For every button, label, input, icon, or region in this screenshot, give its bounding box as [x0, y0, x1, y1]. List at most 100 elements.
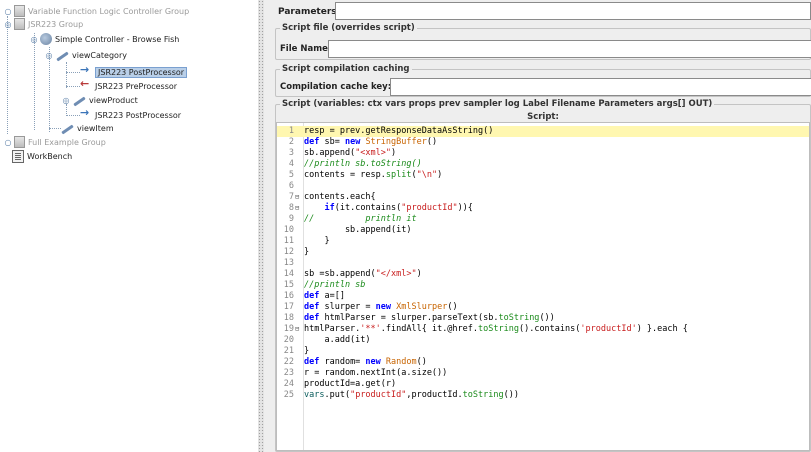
code-text: def htmlParser = slurper.parseText(sb.to… — [304, 313, 555, 323]
tree-item-label: JSR223 Group — [28, 19, 84, 29]
caching-group: Script compilation caching Compilation c… — [275, 64, 811, 97]
code-line[interactable]: 8 ⊟ if(it.contains("productId")){ — [277, 203, 809, 214]
line-number: 14 — [283, 269, 294, 279]
line-number: 17 — [283, 302, 294, 312]
tree-item-label: viewCategory — [72, 50, 127, 60]
line-number: 19 — [283, 324, 294, 334]
fold-toggle-icon[interactable]: ⊟ — [295, 192, 302, 203]
line-number: 15 — [283, 280, 294, 290]
tree-connector — [66, 62, 67, 88]
line-number: 6 — [288, 181, 294, 191]
collapsed-toggle-icon[interactable]: ○ — [4, 7, 12, 16]
tree-item[interactable]: ◎ viewCategory — [45, 47, 127, 63]
tree-item-label: viewProduct — [89, 95, 138, 105]
code-text: contents = resp.split("\n") — [304, 170, 443, 180]
code-line[interactable]: 5 contents = resp.split("\n") — [277, 170, 809, 181]
tree-connector — [34, 33, 35, 130]
code-text: sb.append(it) — [304, 225, 412, 235]
line-number: 16 — [283, 291, 294, 301]
file-name-input[interactable] — [328, 40, 811, 58]
expanded-toggle-icon[interactable]: ◎ — [62, 96, 70, 105]
code-line[interactable]: 2 def sb= new StringBuffer() — [277, 137, 809, 148]
code-text: def random= new Random() — [304, 357, 427, 367]
line-number: 7 — [288, 192, 294, 202]
expanded-toggle-icon[interactable]: ◎ — [45, 51, 53, 60]
line-number: 18 — [283, 313, 294, 323]
tree-item[interactable]: ◎ Simple Controller - Browse Fish — [30, 31, 179, 47]
sampler-icon — [60, 123, 74, 133]
tree-item[interactable]: ◎ JSR223 Group — [4, 16, 83, 32]
code-text: def slurper = new XmlSlurper() — [304, 302, 458, 312]
script-group: Script (variables: ctx vars props prev s… — [275, 99, 811, 452]
code-line[interactable]: 7 ⊟ contents.each{ — [277, 192, 809, 203]
code-line[interactable]: 17 def slurper = new XmlSlurper() — [277, 302, 809, 313]
test-plan-tree: ○ Variable Function Logic Controller Gro… — [0, 0, 258, 452]
code-text: def sb= new StringBuffer() — [304, 137, 438, 147]
tree-item-label: viewItem — [77, 123, 114, 133]
sampler-icon — [72, 95, 86, 105]
script-file-group: Script file (overrides script) File Name… — [275, 23, 811, 60]
file-name-label: File Name: — [280, 44, 332, 54]
code-line[interactable]: 23 r = random.nextInt(a.size()) — [277, 368, 809, 379]
code-text: sb =sb.append("</xml>") — [304, 269, 422, 279]
code-line[interactable]: 12} — [277, 247, 809, 258]
code-line[interactable]: 21} — [277, 346, 809, 357]
code-line[interactable]: 18 def htmlParser = slurper.parseText(sb.… — [277, 313, 809, 324]
code-line[interactable]: 14 sb =sb.append("</xml>") — [277, 269, 809, 280]
code-line[interactable]: 16 def a=[] — [277, 291, 809, 302]
fold-toggle-icon[interactable]: ⊟ — [295, 203, 302, 214]
code-text: contents.each{ — [304, 192, 376, 202]
code-text: // println it — [304, 214, 417, 224]
tree-item[interactable]: WorkBench — [12, 148, 72, 164]
code-line[interactable]: 3 sb.append("<xml>") — [277, 148, 809, 159]
code-line[interactable]: 9 // println it — [277, 214, 809, 225]
tree-item-label: WorkBench — [27, 151, 73, 161]
code-text: htmlParser.'**'.findAll{ it.@href.toStri… — [304, 324, 688, 334]
code-text: vars.put("productId",productId.toString(… — [304, 390, 519, 400]
script-editor[interactable]: 1 resp = prev.getResponseDataAsString() 2 d… — [276, 122, 810, 451]
line-number: 13 — [283, 258, 294, 268]
cache-key-input[interactable] — [390, 78, 811, 96]
script-file-title: Script file (overrides script) — [280, 23, 417, 33]
expanded-toggle-icon[interactable]: ◎ — [30, 35, 38, 44]
tree-item-label: Full Example Group — [28, 137, 106, 147]
code-line[interactable]: 20 a.add(it) — [277, 335, 809, 346]
code-line[interactable]: 25 vars.put("productId",productId.toStrin… — [277, 390, 809, 401]
tree-item-label: JSR223 PreProcessor — [95, 81, 178, 91]
code-line[interactable]: 13 — [277, 258, 809, 269]
tree-item-label: JSR223 PostProcessor — [95, 110, 182, 120]
code-text: } — [304, 236, 330, 246]
code-text: if(it.contains("productId")){ — [324, 203, 473, 213]
code-line[interactable]: 19 ⊟ htmlParser.'**'.findAll{ it.@href.toS… — [277, 324, 809, 335]
script-group-title: Script (variables: ctx vars props prev s… — [280, 99, 715, 109]
line-number: 4 — [288, 159, 294, 169]
line-number: 1 — [288, 126, 294, 136]
tree-item[interactable]: ◎ viewProduct — [62, 92, 138, 108]
code-line[interactable]: 1 resp = prev.getResponseDataAsString() — [277, 126, 809, 137]
code-text: productId=a.get(r) — [304, 379, 397, 389]
code-line[interactable]: 24 productId=a.get(r) — [277, 379, 809, 390]
code-line[interactable]: 22 def random= new Random() — [277, 357, 809, 368]
code-line[interactable]: 11 } — [277, 236, 809, 247]
code-text: //println sb.toString() — [304, 159, 422, 169]
tree-connector — [66, 115, 80, 116]
code-line[interactable]: 4 //println sb.toString() — [277, 159, 809, 170]
tree-connector — [66, 86, 80, 87]
code-text: } — [304, 247, 310, 257]
collapsed-toggle-icon[interactable]: ○ — [4, 138, 12, 147]
tree-item-label: JSR223 PostProcessor — [95, 66, 188, 78]
expanded-toggle-icon[interactable]: ◎ — [4, 20, 12, 29]
line-number: 23 — [283, 368, 294, 378]
line-number: 10 — [283, 225, 294, 235]
sampler-icon — [55, 50, 69, 60]
code-line[interactable]: 6 — [277, 181, 809, 192]
fold-toggle-icon[interactable]: ⊟ — [295, 324, 302, 335]
code-line[interactable]: 15 //println sb — [277, 280, 809, 291]
element-config-panel: Parameters: Script file (overrides scrip… — [264, 0, 811, 452]
parameters-input[interactable] — [335, 2, 811, 20]
thread-group-icon — [14, 18, 25, 30]
line-number: 9 — [288, 214, 294, 224]
preprocessor-icon — [80, 77, 92, 92]
code-line[interactable]: 10 sb.append(it) — [277, 225, 809, 236]
code-text: resp = prev.getResponseDataAsString() — [304, 126, 494, 136]
